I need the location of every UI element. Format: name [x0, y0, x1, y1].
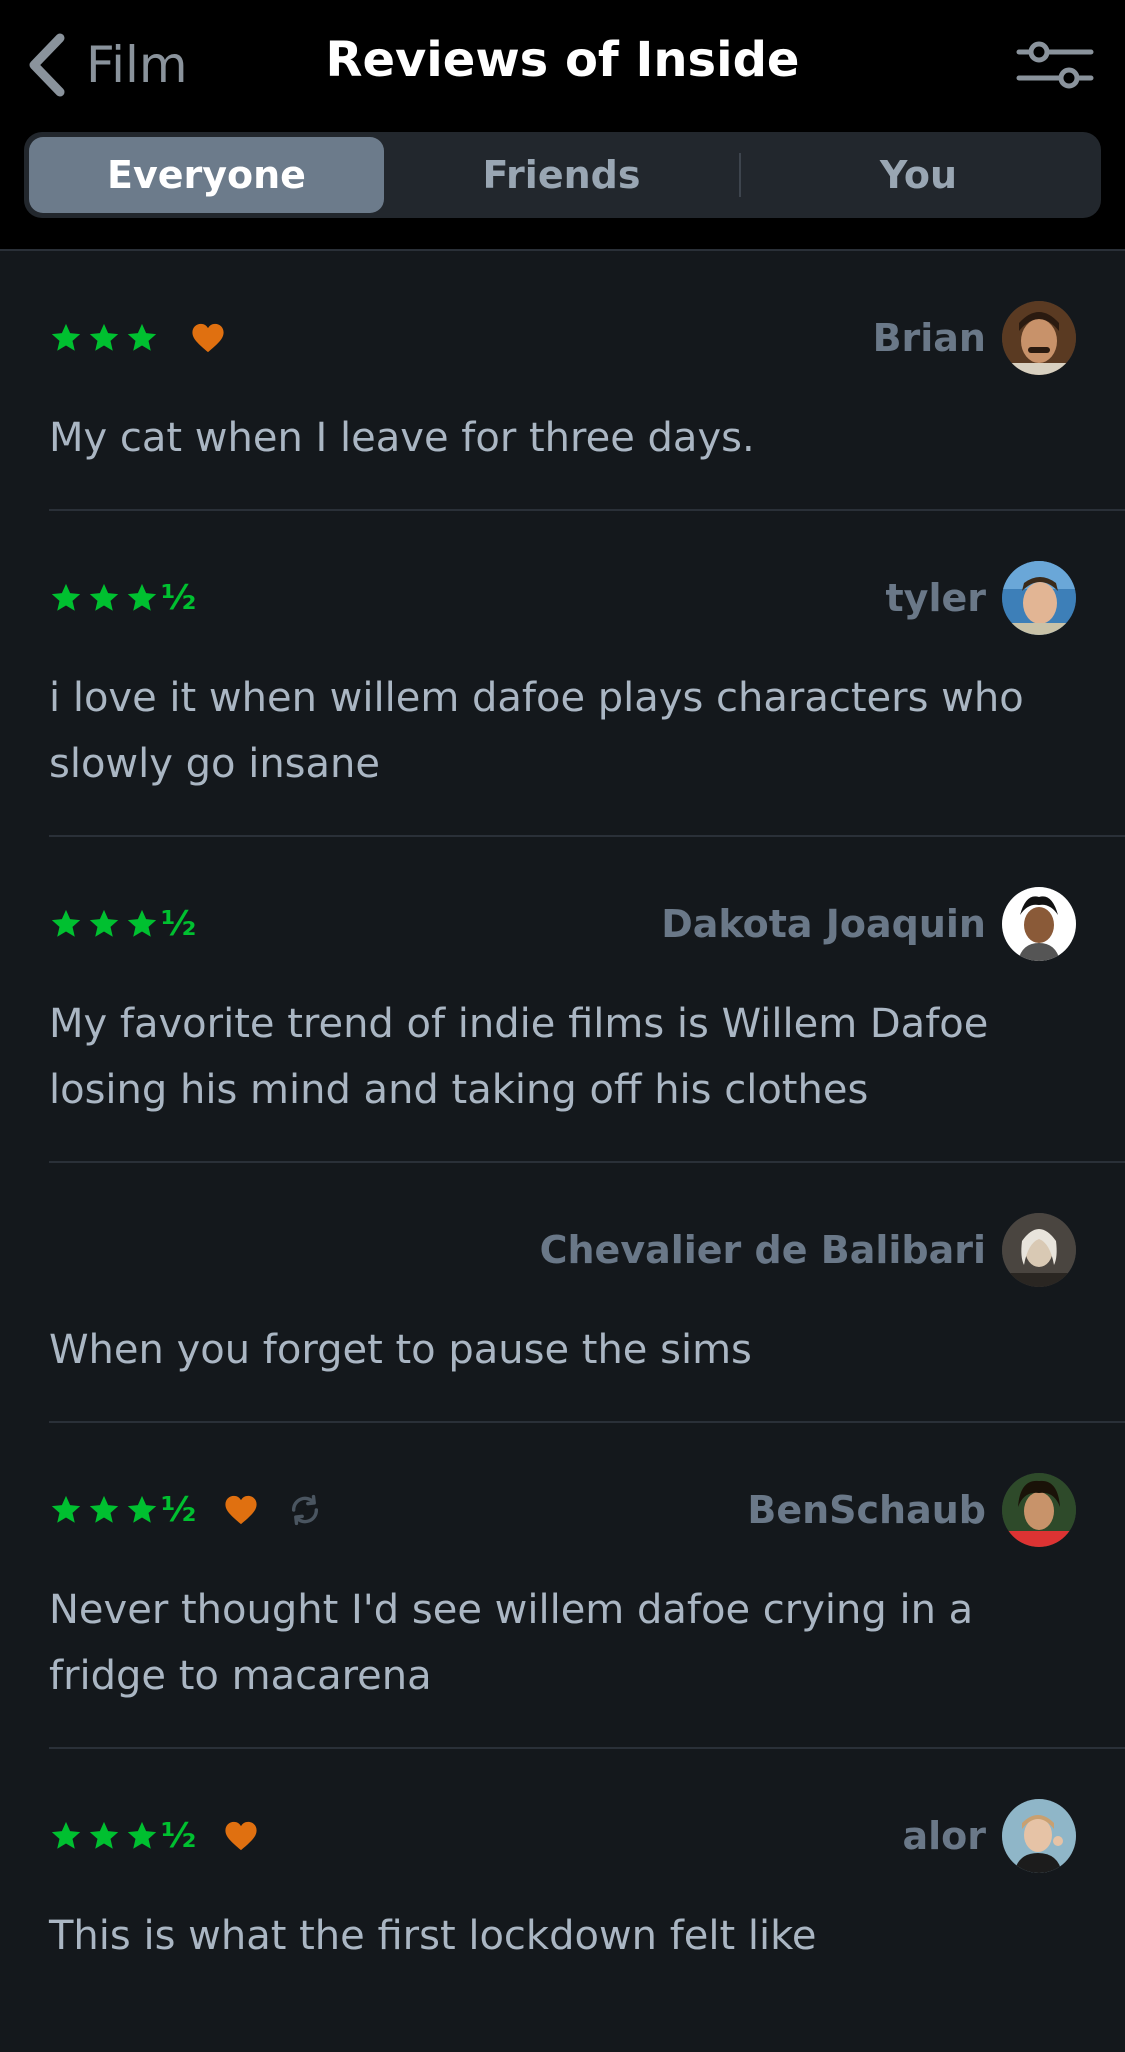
star-icon [127, 583, 157, 611]
review-author[interactable]: Chevalier de Balibari [540, 1213, 1076, 1287]
review-text: When you forget to pause the sims [49, 1327, 752, 1373]
star-rating [49, 321, 163, 355]
star-icon [51, 323, 81, 351]
star-icon [51, 909, 81, 937]
author-name[interactable]: Dakota Joaquin [661, 902, 986, 946]
avatar[interactable] [1002, 1473, 1076, 1547]
rewatch-icon [292, 1494, 319, 1526]
star-rating: ½ [49, 581, 196, 615]
star-icon [89, 909, 119, 937]
review-list: Brian My cat when I leave for three days… [0, 251, 1125, 2007]
rating: ½ [49, 1493, 322, 1527]
star-icon [89, 583, 119, 611]
review-author[interactable]: tyler [886, 561, 1076, 635]
rating [49, 321, 225, 355]
avatar[interactable] [1002, 1799, 1076, 1873]
review-text: Never thought I'd see willem dafoe cryin… [49, 1587, 974, 1699]
half-star-icon: ½ [161, 578, 197, 618]
star-icon [89, 323, 119, 351]
audience-segmented-control: Everyone Friends You [24, 132, 1101, 218]
star-icon [127, 909, 157, 937]
review-author[interactable]: Brian [873, 301, 1076, 375]
author-name[interactable]: BenSchaub [747, 1488, 986, 1532]
filter-button[interactable] [1015, 38, 1095, 92]
rating: ½ [49, 581, 196, 615]
review-item[interactable]: ½ alor This is what the first lockdown f… [49, 1749, 1125, 2007]
avatar[interactable] [1002, 301, 1076, 375]
review-text: My favorite trend of indie films is Will… [49, 1001, 989, 1113]
review-text: My cat when I leave for three days. [49, 415, 755, 461]
avatar[interactable] [1002, 561, 1076, 635]
star-rating: ½ [49, 1819, 196, 1853]
tab-everyone[interactable]: Everyone [29, 137, 384, 213]
heart-icon [225, 1495, 257, 1525]
review-author[interactable]: Dakota Joaquin [661, 887, 1076, 961]
tab-friends[interactable]: Friends [384, 137, 739, 213]
author-name[interactable]: tyler [886, 576, 986, 620]
tab-you[interactable]: You [741, 137, 1096, 213]
review-text: This is what the first lockdown felt lik… [49, 1913, 817, 1959]
author-name[interactable]: alor [902, 1814, 986, 1858]
star-icon [127, 323, 157, 351]
star-rating: ½ [49, 907, 196, 941]
heart-icon [192, 323, 224, 353]
avatar[interactable] [1002, 1213, 1076, 1287]
half-star-icon: ½ [161, 1490, 197, 1530]
star-icon [127, 1495, 157, 1523]
review-item[interactable]: ½ BenSchaub Never thought I'd see willem… [49, 1423, 1125, 1749]
heart-icon [225, 1821, 257, 1851]
star-icon [51, 1821, 81, 1849]
review-item[interactable]: ½ tyler i love it when willem dafoe play… [49, 511, 1125, 837]
review-text: i love it when willem dafoe plays charac… [49, 675, 1024, 787]
review-author[interactable]: BenSchaub [747, 1473, 1076, 1547]
review-author[interactable]: alor [902, 1799, 1076, 1873]
half-star-icon: ½ [161, 904, 197, 944]
review-item[interactable]: Brian My cat when I leave for three days… [49, 251, 1125, 511]
rating: ½ [49, 907, 196, 941]
author-name[interactable]: Chevalier de Balibari [540, 1228, 986, 1272]
star-rating: ½ [49, 1493, 196, 1527]
page-title: Reviews of Inside [325, 32, 800, 88]
navigation-bar: Film Reviews of Inside Everyone Friends … [0, 0, 1125, 251]
star-icon [89, 1821, 119, 1849]
review-item[interactable]: Chevalier de Balibari When you forget to… [49, 1163, 1125, 1423]
star-icon [89, 1495, 119, 1523]
author-name[interactable]: Brian [873, 316, 986, 360]
avatar[interactable] [1002, 887, 1076, 961]
star-icon [51, 583, 81, 611]
star-icon [127, 1821, 157, 1849]
review-item[interactable]: ½ Dakota Joaquin My favorite trend of in… [49, 837, 1125, 1163]
star-icon [51, 1495, 81, 1523]
sliders-icon [1016, 41, 1094, 89]
rating: ½ [49, 1819, 258, 1853]
half-star-icon: ½ [161, 1816, 197, 1856]
